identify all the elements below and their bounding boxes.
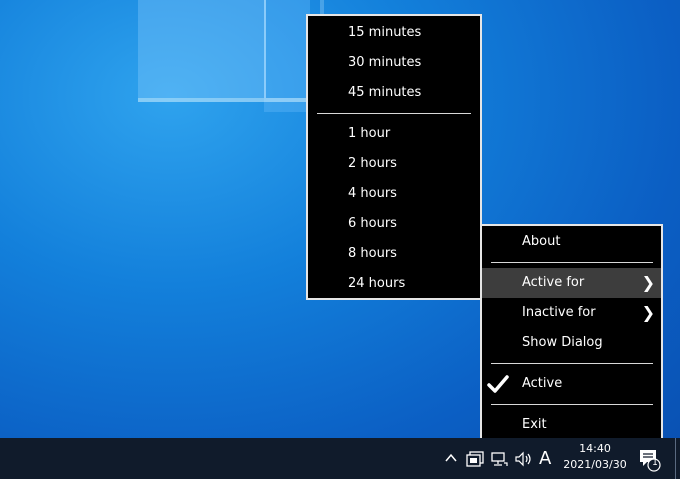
ime-icon[interactable]: A — [539, 448, 551, 469]
menu-separator — [491, 262, 653, 263]
menu-item-label: Inactive for — [522, 305, 596, 320]
menu-item-8-hours[interactable]: 8 hours — [308, 239, 480, 269]
menu-item-4-hours[interactable]: 4 hours — [308, 179, 480, 209]
menu-item-label: Exit — [522, 417, 547, 432]
volume-icon[interactable] — [514, 451, 534, 467]
menu-item-15-minutes[interactable]: 15 minutes — [308, 18, 480, 48]
menu-item-active-for[interactable]: Active for ❯ — [482, 268, 661, 298]
menu-item-label: 15 minutes — [348, 25, 422, 40]
chevron-right-icon: ❯ — [641, 303, 655, 322]
menu-item-label: Active for — [522, 275, 585, 290]
windows-logo-edge — [138, 98, 318, 102]
menu-item-label: 8 hours — [348, 246, 397, 261]
menu-item-label: 4 hours — [348, 186, 397, 201]
clock[interactable]: 14:40 2021/03/30 — [560, 441, 630, 473]
menu-item-24-hours[interactable]: 24 hours — [308, 269, 480, 299]
chevron-right-icon: ❯ — [641, 273, 655, 292]
chevron-up-icon[interactable] — [444, 452, 458, 464]
menu-item-label: 45 minutes — [348, 85, 422, 100]
menu-item-label: 24 hours — [348, 276, 406, 291]
menu-item-inactive-for[interactable]: Inactive for ❯ — [482, 298, 661, 328]
windows-logo-panel — [264, 0, 310, 112]
tray-context-menu: About Active for ❯ Inactive for ❯ Show D… — [480, 224, 663, 444]
notification-count: 1 — [652, 458, 658, 468]
taskbar: A 14:40 2021/03/30 1 — [0, 438, 680, 479]
menu-item-6-hours[interactable]: 6 hours — [308, 209, 480, 239]
menu-item-active[interactable]: Active — [482, 369, 661, 399]
menu-item-about[interactable]: About — [482, 227, 661, 257]
menu-item-label: Show Dialog — [522, 335, 603, 350]
menu-item-label: 6 hours — [348, 216, 397, 231]
menu-item-label: 2 hours — [348, 156, 397, 171]
menu-item-label: 30 minutes — [348, 55, 422, 70]
windows-logo-panel — [138, 0, 266, 98]
network-icon[interactable] — [490, 451, 508, 467]
menu-item-2-hours[interactable]: 2 hours — [308, 149, 480, 179]
menu-item-show-dialog[interactable]: Show Dialog — [482, 328, 661, 358]
menu-item-1-hour[interactable]: 1 hour — [308, 119, 480, 149]
menu-item-label: 1 hour — [348, 126, 391, 141]
menu-item-label: About — [522, 234, 561, 249]
clock-time: 14:40 — [579, 442, 611, 455]
menu-item-30-minutes[interactable]: 30 minutes — [308, 48, 480, 78]
menu-separator — [317, 113, 471, 114]
checkmark-icon — [487, 375, 509, 393]
menu-separator — [491, 404, 653, 405]
menu-item-exit[interactable]: Exit — [482, 410, 661, 440]
clock-date: 2021/03/30 — [563, 458, 627, 471]
tray-app-icon[interactable] — [466, 451, 484, 467]
menu-item-45-minutes[interactable]: 45 minutes — [308, 78, 480, 108]
active-for-submenu: 15 minutes 30 minutes 45 minutes 1 hour … — [306, 14, 482, 300]
show-desktop-button[interactable] — [675, 438, 676, 479]
menu-separator — [491, 363, 653, 364]
menu-item-label: Active — [522, 376, 563, 391]
